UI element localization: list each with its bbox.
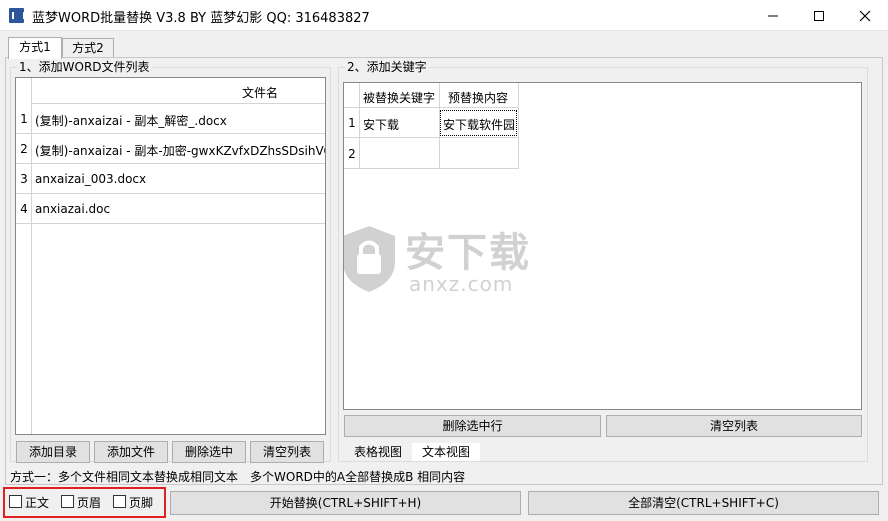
table-row[interactable]: 4 anxiazai.doc xyxy=(16,194,325,224)
watermark-text-cn: 安下载 xyxy=(405,230,531,276)
row-number: 2 xyxy=(348,147,356,161)
file-grid-header: 文件名 xyxy=(32,78,325,104)
shield-icon xyxy=(343,226,395,292)
maximize-icon xyxy=(814,11,824,21)
minimize-icon xyxy=(768,15,778,17)
header-checkbox[interactable] xyxy=(61,495,74,508)
delete-selected-row-button[interactable]: 删除选中行 xyxy=(344,415,601,437)
file-name-cell: anxiazai.doc xyxy=(35,202,111,216)
start-replace-button[interactable]: 开始替换(CTRL+SHIFT+H) xyxy=(170,491,521,515)
add-file-button[interactable]: 添加文件 xyxy=(94,441,168,463)
maximize-button[interactable] xyxy=(796,0,842,31)
title-bar: 蓝梦WORD批量替换 V3.8 BY 蓝梦幻影 QQ: 316483827 xyxy=(0,0,888,31)
watermark-text-en: anxz.com xyxy=(409,272,514,296)
mode-description: 方式一：多个文件相同文本替换成相同文本 多个WORD中的A全部替换成B 相同内容 xyxy=(10,470,466,484)
header-checkbox-label: 页眉 xyxy=(77,496,102,510)
row-number: 3 xyxy=(20,172,28,186)
clear-keyword-list-button[interactable]: 清空列表 xyxy=(606,415,862,437)
tab-mode2[interactable]: 方式2 xyxy=(62,38,114,58)
body-checkbox[interactable] xyxy=(9,495,22,508)
file-name-cell: (复制)-anxaizai - 副本_解密_.docx xyxy=(35,114,227,128)
delete-selected-button[interactable]: 删除选中 xyxy=(172,441,246,463)
file-name-cell: (复制)-anxaizai - 副本-加密-gwxKZvfxDZhsSDsihV… xyxy=(35,144,325,158)
table-row[interactable]: 2 (复制)-anxaizai - 副本-加密-gwxKZvfxDZhsSDsi… xyxy=(16,134,325,164)
footer-checkbox-label: 页脚 xyxy=(129,496,154,510)
watermark-logo: 安下载 anxz.com xyxy=(339,218,549,302)
tab-text-view[interactable]: 文本视图 xyxy=(412,443,480,461)
clear-list-button[interactable]: 清空列表 xyxy=(250,441,324,463)
clear-all-button[interactable]: 全部清空(CTRL+SHIFT+C) xyxy=(528,491,879,515)
table-row[interactable]: 2 xyxy=(344,138,519,169)
close-button[interactable] xyxy=(842,0,888,31)
minimize-button[interactable] xyxy=(750,0,796,31)
find-column-header: 被替换关键字 xyxy=(363,91,436,105)
table-row[interactable]: 1 (复制)-anxaizai - 副本_解密_.docx xyxy=(16,104,325,134)
table-row[interactable]: 3 anxaizai_003.docx xyxy=(16,164,325,194)
footer-checkbox[interactable] xyxy=(113,495,126,508)
body-checkbox-label: 正文 xyxy=(25,496,50,510)
replace-column-header: 预替换内容 xyxy=(448,91,509,105)
keyword-section-title: 2、添加关键字 xyxy=(345,60,429,74)
row-number: 1 xyxy=(20,112,28,126)
add-directory-button[interactable]: 添加目录 xyxy=(16,441,90,463)
file-list-title: 1、添加WORD文件列表 xyxy=(17,60,152,74)
word-app-icon xyxy=(9,8,25,23)
row-number: 1 xyxy=(348,116,356,130)
tab-mode1[interactable]: 方式1 xyxy=(8,37,62,59)
file-list-grid[interactable]: 文件名 1 (复制)-anxaizai - 副本_解密_.docx 2 (复制)… xyxy=(15,77,326,435)
replace-text-cell[interactable]: 安下载软件园 xyxy=(440,110,517,136)
table-row[interactable]: 1 安下载 安下载软件园 xyxy=(344,108,519,138)
file-name-cell: anxaizai_003.docx xyxy=(35,172,147,186)
row-number: 4 xyxy=(20,202,28,216)
window-title: 蓝梦WORD批量替换 V3.8 BY 蓝梦幻影 QQ: 316483827 xyxy=(32,11,370,26)
filename-column-header: 文件名 xyxy=(242,86,279,100)
close-icon xyxy=(859,10,871,22)
tab-table-view[interactable]: 表格视图 xyxy=(343,443,413,461)
find-text-cell[interactable]: 安下载 xyxy=(363,116,399,133)
row-number: 2 xyxy=(20,142,28,156)
